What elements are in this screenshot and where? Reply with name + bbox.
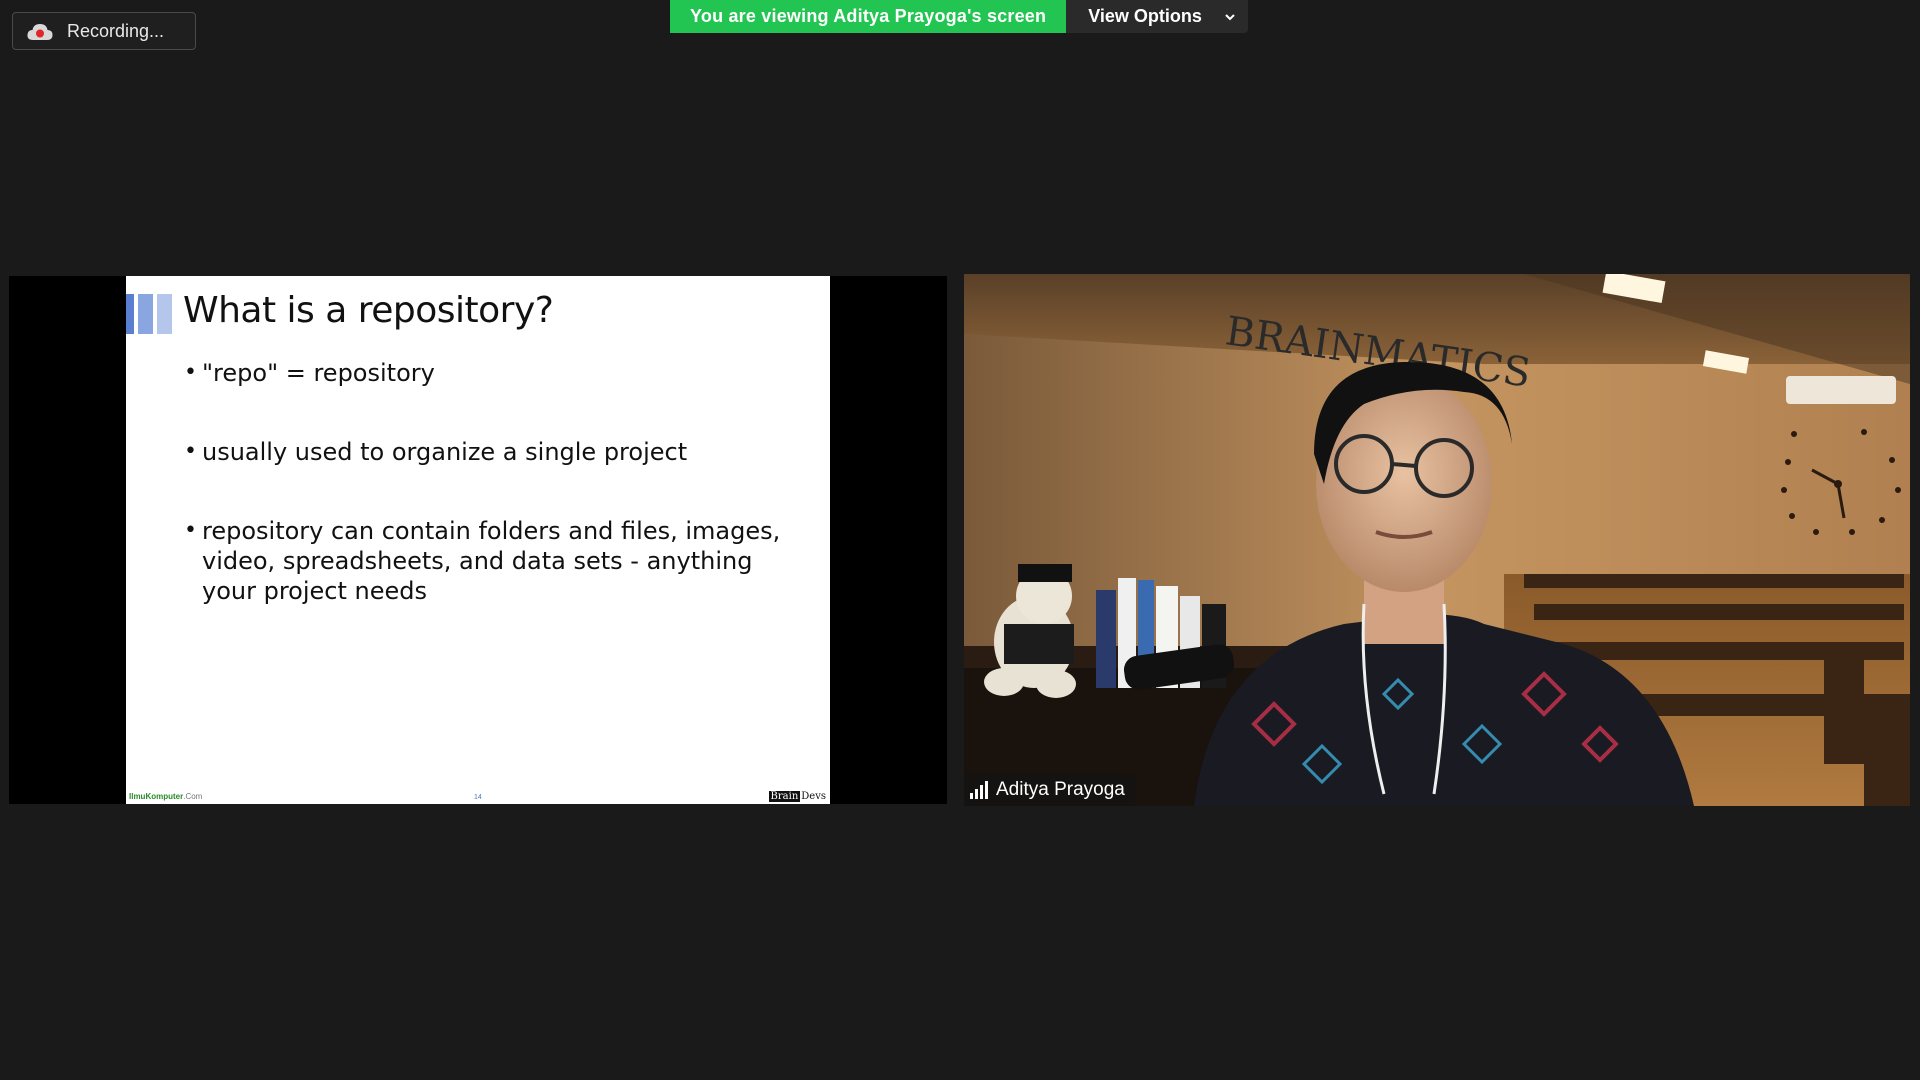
slide-bullet-list: "repo" = repository usually used to orga… <box>184 358 784 655</box>
braindevs-logo: Brain Devs <box>768 791 827 802</box>
slide-title: What is a repository? <box>183 290 554 331</box>
recording-label: Recording... <box>67 20 165 41</box>
participant-video-tile[interactable]: BRAINMATICS Aditya Prayoga <box>964 274 1910 806</box>
slide-footer-logo-text: IlmuKomputer <box>129 792 184 801</box>
cloud-record-icon <box>27 21 53 41</box>
shared-screen[interactable]: What is a repository? "repo" = repositor… <box>9 276 947 804</box>
view-options-button[interactable]: View Options <box>1066 0 1248 33</box>
chevron-down-icon <box>1225 13 1235 20</box>
braindevs-logo-part-a: Brain <box>768 791 801 802</box>
screen-share-banner: You are viewing Aditya Prayoga's screen … <box>670 0 1248 33</box>
presentation-slide: What is a repository? "repo" = repositor… <box>126 276 830 804</box>
participant-video-feed: BRAINMATICS <box>964 274 1910 806</box>
slide-title-decoration <box>126 294 172 334</box>
slide-bullet: usually used to organize a single projec… <box>184 437 784 467</box>
slide-footer-logo-suffix: .Com <box>183 792 203 801</box>
view-options-label: View Options <box>1088 6 1202 26</box>
participant-name: Aditya Prayoga <box>996 779 1125 800</box>
connection-signal-icon <box>970 781 988 799</box>
slide-page-number: 14 <box>474 794 482 801</box>
slide-bullet: "repo" = repository <box>184 358 784 388</box>
viewing-screen-message: You are viewing Aditya Prayoga's screen <box>670 0 1067 33</box>
slide-bullet: repository can contain folders and files… <box>184 516 784 606</box>
braindevs-logo-part-b: Devs <box>801 791 826 802</box>
participant-name-tag: Aditya Prayoga <box>964 774 1135 806</box>
slide-footer-logo: IlmuKomputer.Com <box>129 792 202 801</box>
recording-indicator[interactable]: Recording... <box>12 12 196 50</box>
